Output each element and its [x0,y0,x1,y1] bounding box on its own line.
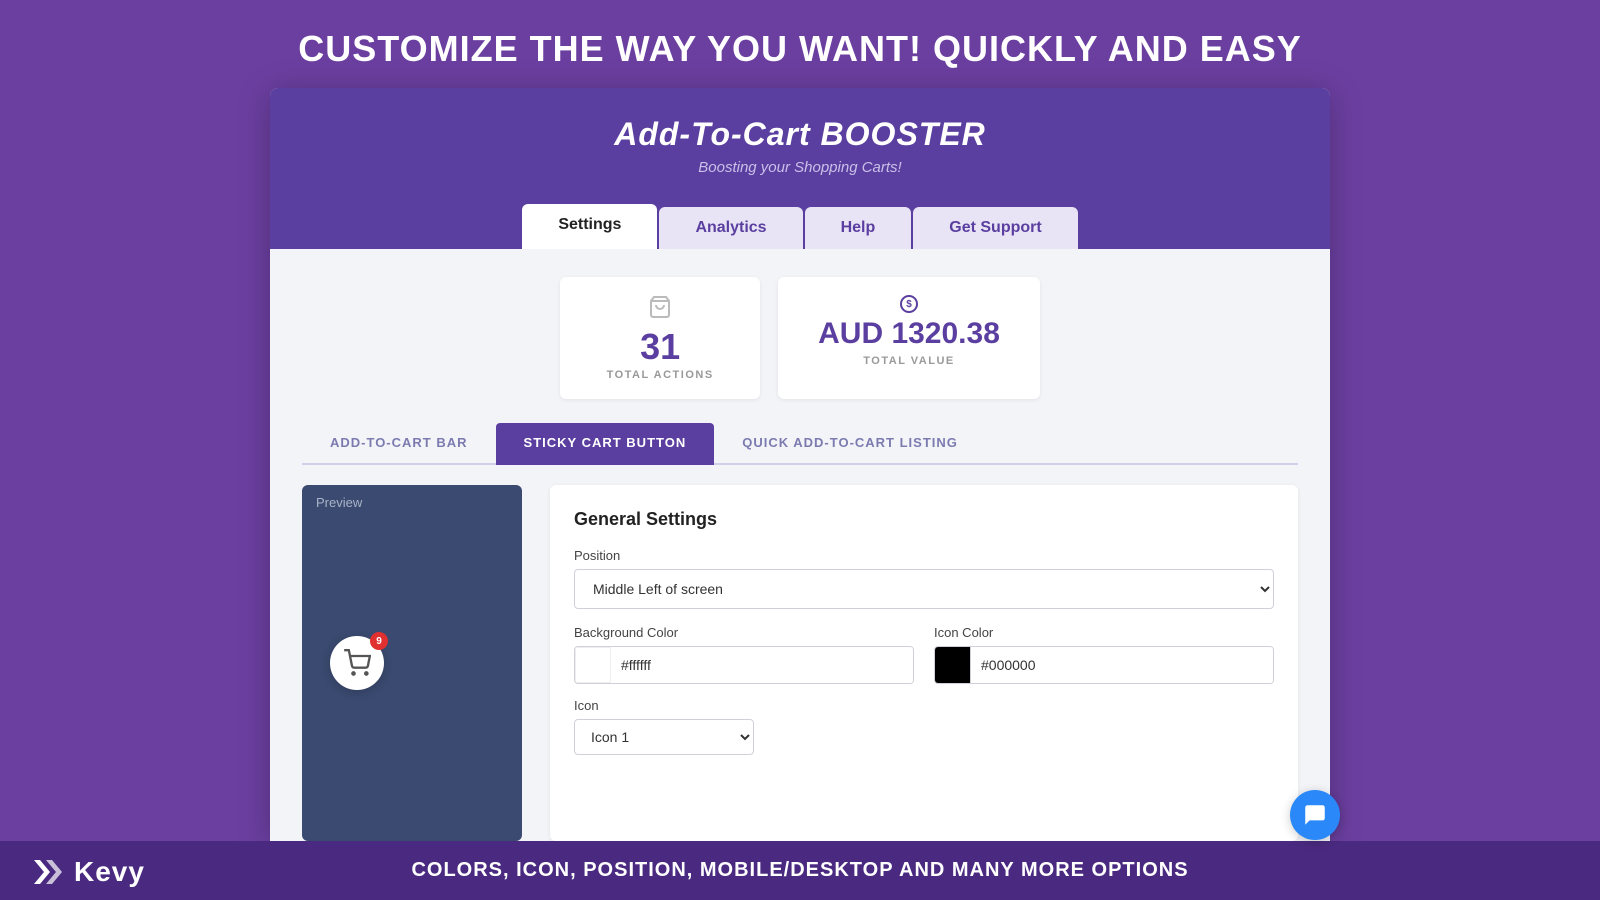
icon-color-swatch[interactable] [935,647,971,683]
bottom-text: COLORS, ICON, POSITION, MOBILE/DESKTOP A… [411,859,1188,882]
feature-tab-quick-add-to-cart-listing[interactable]: QUICK ADD-TO-CART LISTING [714,423,986,465]
dollar-circle-icon: $ [900,295,918,313]
icon-select[interactable]: Icon 1Icon 2Icon 3 [574,719,754,755]
preview-label: Preview [302,485,376,510]
settings-panel: General Settings Position Middle Left of… [550,485,1298,841]
main-tab-bar: Settings Analytics Help Get Support [522,204,1077,249]
total-actions-number: 31 [640,329,680,365]
chat-button[interactable] [1290,790,1340,840]
icon-color-input[interactable] [971,647,1273,683]
tab-get-support[interactable]: Get Support [913,207,1077,249]
app-body: 31 TOTAL ACTIONS $ AUD 1320.38 TOTAL VAL… [270,249,1330,841]
cart-badge: 9 [370,632,388,650]
icon-label: Icon [574,698,1274,713]
color-row: Background Color Icon Color [574,625,1274,684]
kevy-logo-text: Kevy [74,856,145,888]
total-actions-label: TOTAL ACTIONS [607,369,714,381]
settings-title: General Settings [574,509,1274,530]
stats-row: 31 TOTAL ACTIONS $ AUD 1320.38 TOTAL VAL… [302,277,1298,399]
main-card: Add-To-Cart BOOSTER Boosting your Shoppi… [270,88,1330,841]
content-area: Preview 9 General Settings Position Midd… [302,485,1298,841]
icon-color-label: Icon Color [934,625,1274,640]
tab-settings[interactable]: Settings [522,204,657,249]
chat-icon [1302,802,1328,828]
app-title: Add-To-Cart BOOSTER [614,116,986,153]
cart-button-preview: 9 [330,636,384,690]
kevy-logo-icon [30,852,70,892]
feature-tab-bar: ADD-TO-CART BAR STICKY CART BUTTON QUICK… [302,423,1298,465]
tab-analytics[interactable]: Analytics [659,207,802,249]
preview-box: Preview 9 [302,485,522,841]
icon-color-input-wrap [934,646,1274,684]
cart-icon [648,295,672,325]
bg-color-label: Background Color [574,625,914,640]
stat-card-total-value: $ AUD 1320.38 TOTAL VALUE [778,277,1040,399]
position-label: Position [574,548,1274,563]
tab-help[interactable]: Help [805,207,912,249]
bg-color-swatch[interactable] [575,647,611,683]
bg-color-input-wrap [574,646,914,684]
app-subtitle: Boosting your Shopping Carts! [698,159,901,176]
stat-card-total-actions: 31 TOTAL ACTIONS [560,277,760,399]
cart-preview-icon [343,649,371,677]
bg-color-field: Background Color [574,625,914,684]
app-header: Add-To-Cart BOOSTER Boosting your Shoppi… [270,88,1330,249]
icon-field: Icon Icon 1Icon 2Icon 3 [574,698,1274,755]
kevy-logo: Kevy [30,852,145,892]
position-select[interactable]: Middle Left of screenMiddle Right of scr… [574,569,1274,609]
feature-tab-sticky-cart-button[interactable]: STICKY CART BUTTON [496,423,715,465]
icon-color-field: Icon Color [934,625,1274,684]
total-value-label: TOTAL VALUE [863,355,954,367]
total-value-number: AUD 1320.38 [818,317,1000,351]
bg-color-input[interactable] [611,647,913,683]
feature-tab-add-to-cart-bar[interactable]: ADD-TO-CART BAR [302,423,496,465]
page-headline: CUSTOMIZE THE WAY YOU WANT! QUICKLY AND … [298,28,1301,70]
